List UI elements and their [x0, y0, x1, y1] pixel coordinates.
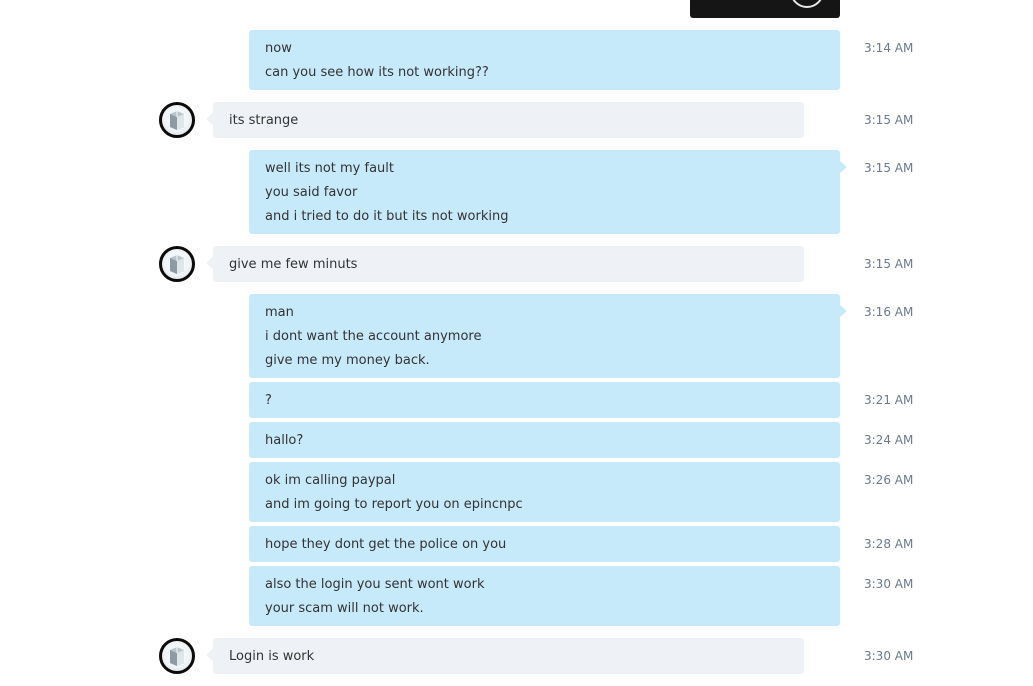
- message-line: man: [265, 305, 294, 320]
- message-line: i dont want the account anymore: [265, 329, 482, 344]
- message-line: hope they dont get the police on you: [265, 537, 507, 552]
- message-line: its strange: [229, 113, 299, 128]
- message-line: ?: [265, 393, 272, 408]
- message-line: hallo?: [265, 433, 304, 448]
- outgoing-message-bubble[interactable]: hallo?: [249, 422, 840, 458]
- message-timestamp: 3:24 AM: [864, 433, 914, 447]
- message-line: and im going to report you on epincnpc: [265, 497, 523, 512]
- message-line: Login is work: [229, 649, 315, 664]
- avatar-image-icon: [170, 647, 184, 666]
- message-timestamp: 3:30 AM: [864, 649, 914, 663]
- message-timestamp: 3:26 AM: [864, 473, 914, 487]
- incoming-message-bubble[interactable]: Login is work: [206, 638, 804, 674]
- message-line: now: [265, 41, 292, 56]
- message-line: you said favor: [265, 185, 358, 200]
- incoming-message-bubble[interactable]: give me few minuts: [206, 246, 804, 282]
- message-timestamp: 3:30 AM: [864, 577, 914, 591]
- outgoing-message-bubble[interactable]: ok im calling paypal and im going to rep…: [249, 462, 840, 522]
- message-line: can you see how its not working??: [265, 65, 489, 80]
- incoming-message-bubble[interactable]: its strange: [206, 102, 804, 138]
- message-timestamp: 3:15 AM: [864, 113, 914, 127]
- outgoing-message-bubble[interactable]: well its not my fault you said favor and…: [249, 150, 847, 234]
- message-line: give me few minuts: [229, 257, 358, 272]
- outgoing-message-bubble[interactable]: hope they dont get the police on you: [249, 526, 840, 562]
- message-timestamp: 3:16 AM: [864, 305, 914, 319]
- media-thumbnail[interactable]: [690, 0, 840, 18]
- avatar-image-icon: [170, 255, 184, 274]
- message-line: well its not my fault: [265, 161, 395, 176]
- contact-avatar[interactable]: [159, 246, 195, 282]
- message-timestamp: 3:14 AM: [864, 41, 914, 55]
- message-line: give me my money back.: [265, 353, 430, 368]
- chat-conversation: now can you see how its not working?? 3:…: [0, 0, 1033, 686]
- message-line: and i tried to do it but its not working: [265, 209, 509, 224]
- outgoing-message-bubble[interactable]: now can you see how its not working??: [249, 30, 840, 90]
- outgoing-message-bubble[interactable]: ?: [249, 382, 840, 418]
- outgoing-message-bubble[interactable]: man i dont want the account anymore give…: [249, 294, 847, 378]
- outgoing-message-bubble[interactable]: also the login you sent wont work your s…: [249, 566, 840, 626]
- message-timestamp: 3:21 AM: [864, 393, 914, 407]
- message-line: also the login you sent wont work: [265, 577, 485, 592]
- message-line: ok im calling paypal: [265, 473, 396, 488]
- play-icon: [790, 0, 824, 8]
- message-timestamp: 3:28 AM: [864, 537, 914, 551]
- avatar-image-icon: [170, 111, 184, 130]
- message-line: your scam will not work.: [265, 601, 424, 616]
- message-timestamp: 3:15 AM: [864, 161, 914, 175]
- message-timestamp: 3:15 AM: [864, 257, 914, 271]
- contact-avatar[interactable]: [159, 102, 195, 138]
- contact-avatar[interactable]: [159, 638, 195, 674]
